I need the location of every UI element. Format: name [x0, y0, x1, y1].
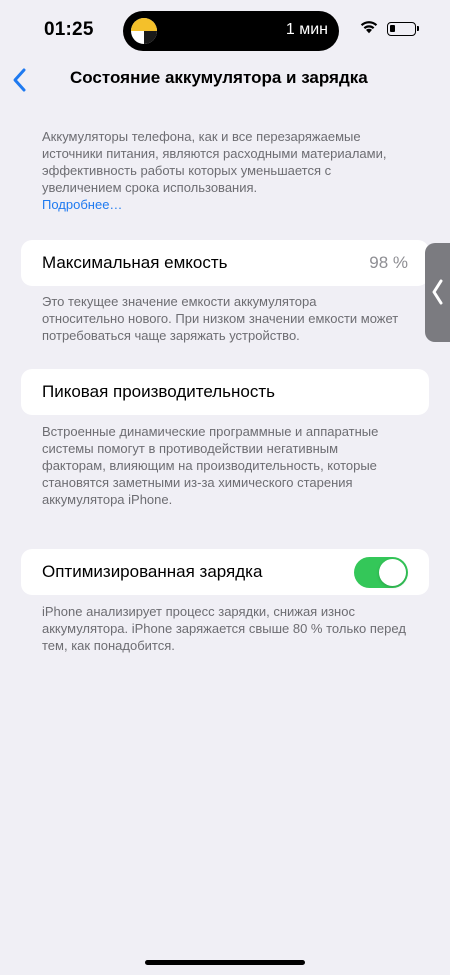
intro-note: Аккумуляторы телефона, как и все перезар…: [42, 128, 412, 213]
peak-performance-label: Пиковая производительность: [42, 382, 276, 401]
max-capacity-label: Максимальная емкость: [42, 253, 228, 272]
max-capacity-note: Это текущее значение емкости аккумулятор…: [42, 294, 399, 343]
wifi-icon: [359, 19, 379, 39]
max-capacity-value: 98 %: [369, 253, 408, 272]
optimized-charging-note: iPhone анализирует процесс зарядки, сниж…: [42, 604, 406, 653]
battery-icon: [387, 22, 419, 36]
status-icons: [359, 19, 419, 39]
side-drawer-handle[interactable]: [425, 243, 450, 342]
screen: 01:25 1 мин Состояние аккумулятора и зар…: [0, 0, 450, 975]
peak-performance-note: Встроенные динамические программные и ап…: [42, 424, 379, 507]
max-capacity-row: Максимальная емкость 98 %: [21, 240, 429, 286]
home-indicator[interactable]: [145, 960, 305, 965]
status-time: 01:25: [44, 19, 94, 40]
dynamic-island[interactable]: 1 мин: [123, 11, 339, 51]
chevron-left-icon: [13, 68, 26, 92]
toggle-knob: [379, 559, 406, 586]
intro-text: Аккумуляторы телефона, как и все перезар…: [42, 129, 387, 195]
page-title: Состояние аккумулятора и зарядка: [70, 68, 368, 87]
island-app-icon: [131, 18, 157, 44]
chevron-left-icon: [432, 279, 443, 305]
back-button[interactable]: [10, 66, 32, 94]
peak-performance-row[interactable]: Пиковая производительность: [21, 369, 429, 415]
learn-more-link[interactable]: Подробнее…: [42, 197, 122, 212]
island-timer-text: 1 мин: [285, 21, 328, 38]
navigation-bar: Состояние аккумулятора и зарядка: [0, 62, 450, 98]
optimized-charging-toggle[interactable]: [354, 557, 408, 588]
optimized-charging-label: Оптимизированная зарядка: [42, 562, 263, 581]
status-bar: 01:25 1 мин: [0, 0, 450, 62]
optimized-charging-row: Оптимизированная зарядка: [21, 549, 429, 595]
